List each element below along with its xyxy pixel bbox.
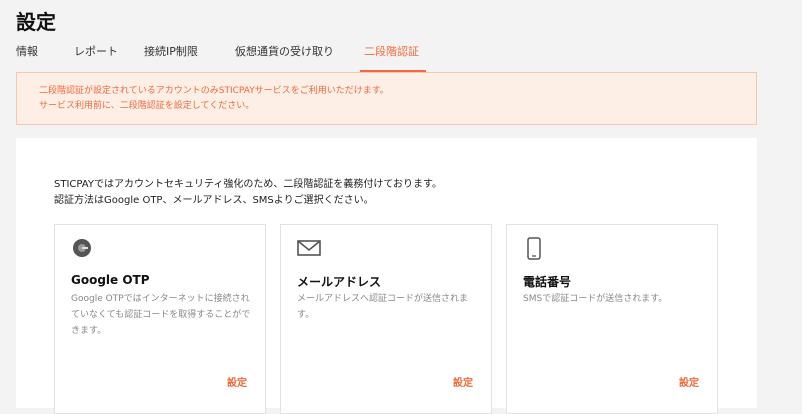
intro-line-1: STICPAYではアカウントセキュリティ強化のため、二段階認証を義務付けておりま… [54,179,443,190]
page-title: 設定 [16,10,56,34]
email-setup-button[interactable]: 設定 [453,374,473,389]
method-card-phone: 電話番号 SMSで認証コードが送信されます。 設定 [506,224,718,414]
method-card-google-otp: Google OTP Google OTPではインターネットに接続されていなくて… [54,224,266,414]
phone-setup-button[interactable]: 設定 [679,374,699,389]
tab-crypto-receive[interactable]: 仮想通貨の受け取り [235,44,360,72]
method-card-email: メールアドレス メールアドレスへ認証コードが送信されます。 設定 [280,224,492,414]
two-factor-panel: STICPAYではアカウントセキュリティ強化のため、二段階認証を義務付けておりま… [16,138,757,414]
notice-line-2: サービス利用前に、二段階認証を設定してください。 [39,101,255,111]
tab-report[interactable]: レポート [74,44,144,72]
intro-text: STICPAYではアカウントセキュリティ強化のため、二段階認証を義務付けておりま… [54,177,442,209]
notice-line-1: 二段階認証が設定されているアカウントのみSTICPAYサービスをご利用いただけま… [39,86,389,96]
method-description: Google OTPではインターネットに接続されていなくても認証コードを取得する… [71,294,251,336]
tab-ip-restriction[interactable]: 接続IP制限 [144,44,235,72]
method-title: メールアドレス [297,275,382,289]
google-otp-setup-button[interactable]: 設定 [227,374,247,389]
envelope-icon [297,237,321,259]
method-title: 電話番号 [523,275,572,289]
method-title: Google OTP [71,273,150,287]
method-description: SMSで認証コードが送信されます。 [523,294,668,304]
smartphone-icon [523,237,545,260]
tab-two-factor[interactable]: 二段階認証 [360,44,426,72]
two-factor-notice: 二段階認証が設定されているアカウントのみSTICPAYサービスをご利用いただけま… [16,72,757,125]
method-description: メールアドレスへ認証コードが送信されます。 [297,294,469,320]
settings-tabs: 情報 レポート 接続IP制限 仮想通貨の受け取り 二段階認証 [16,44,802,72]
tab-info[interactable]: 情報 [16,44,74,72]
intro-line-2: 認証方法はGoogle OTP、メールアドレス、SMSよりご選択ください。 [54,195,374,206]
google-otp-icon [71,237,93,259]
